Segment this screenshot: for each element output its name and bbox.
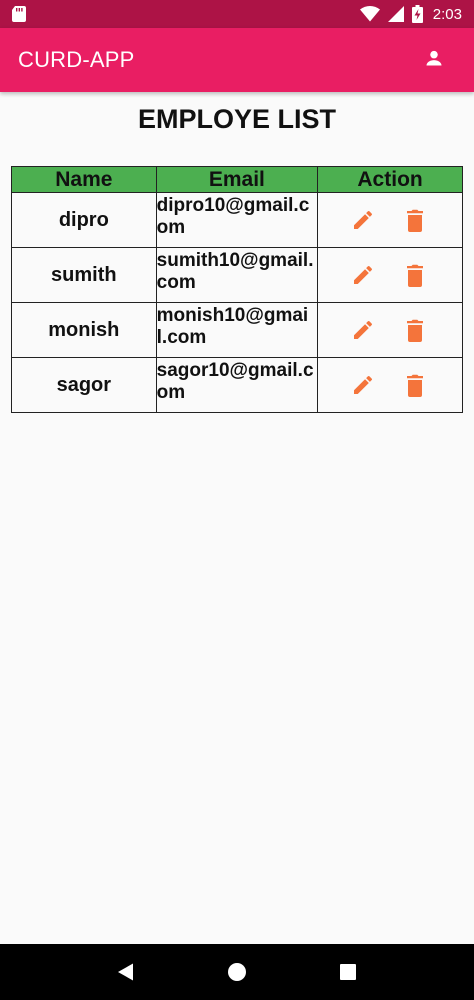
employee-email: monish10@gmail.com: [156, 305, 309, 348]
back-button[interactable]: [106, 952, 146, 992]
trash-icon: [407, 209, 423, 232]
edit-button[interactable]: [350, 372, 376, 398]
battery-charging-icon: [411, 5, 423, 23]
employee-name: sumith: [11, 247, 157, 303]
status-time: 2:03: [432, 5, 462, 23]
app-title: CURD-APP: [18, 47, 135, 72]
delete-button[interactable]: [402, 207, 428, 233]
trash-icon: [407, 319, 423, 342]
profile-button[interactable]: [418, 44, 450, 76]
employee-email: sagor10@gmail.com: [156, 360, 314, 403]
table-header-row: Name Email Action: [11, 166, 463, 193]
signal-icon: [387, 6, 404, 22]
employee-name: sagor: [11, 357, 157, 413]
table-row: sagor sagor10@gmail.com: [11, 357, 463, 413]
employee-email: sumith10@gmail.com: [156, 250, 314, 293]
status-bar: 2:03: [0, 0, 474, 28]
column-header-email: Email: [155, 166, 319, 193]
pencil-icon: [354, 265, 373, 284]
delete-button[interactable]: [402, 262, 428, 288]
navigation-bar: [0, 944, 474, 1000]
recents-icon: [340, 964, 357, 980]
back-icon: [117, 963, 133, 981]
edit-button[interactable]: [350, 207, 376, 233]
column-header-action: Action: [317, 166, 463, 193]
trash-icon: [407, 374, 423, 397]
table-row: monish monish10@gmail.com: [11, 302, 463, 358]
sd-card-icon: [12, 6, 26, 22]
home-icon: [227, 963, 246, 981]
table-row: dipro dipro10@gmail.com: [11, 192, 463, 248]
recents-button[interactable]: [328, 952, 368, 992]
page-title: EMPLOYE LIST: [137, 104, 337, 134]
edit-button[interactable]: [350, 262, 376, 288]
employee-email: dipro10@gmail.com: [156, 195, 310, 238]
delete-button[interactable]: [402, 372, 428, 398]
table-row: sumith sumith10@gmail.com: [11, 247, 463, 303]
edit-button[interactable]: [350, 317, 376, 343]
column-header-name: Name: [11, 166, 157, 193]
trash-icon: [407, 264, 423, 287]
pencil-icon: [354, 320, 373, 339]
employee-name: monish: [11, 302, 157, 358]
pencil-icon: [354, 375, 373, 394]
employee-table: Name Email Action dipro dipro10@gmail.co…: [11, 166, 463, 413]
app-bar: CURD-APP: [0, 28, 474, 92]
delete-button[interactable]: [402, 317, 428, 343]
wifi-icon: [359, 6, 380, 22]
home-button[interactable]: [217, 952, 257, 992]
pencil-icon: [354, 210, 373, 229]
employee-name: dipro: [11, 192, 157, 248]
person-icon: [424, 48, 444, 73]
